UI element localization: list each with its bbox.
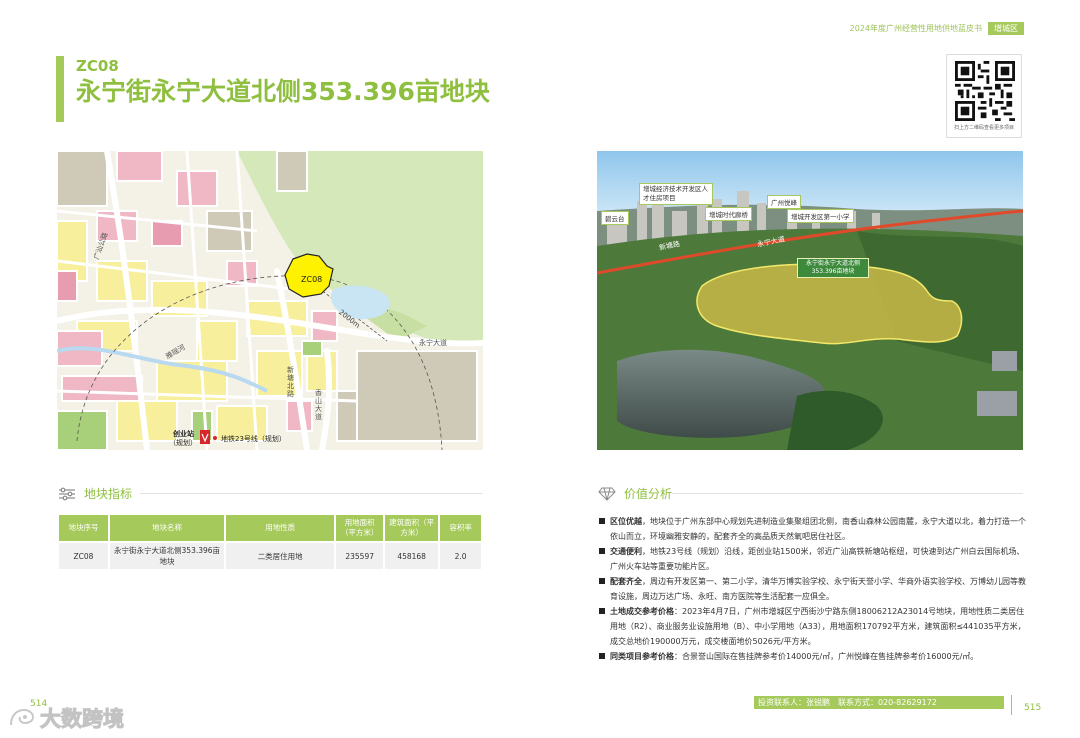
table-row: ZC08 永宁街永宁大道北侧353.396亩地块 二类居住用地 235597 4… bbox=[59, 543, 481, 569]
map-metro-label: 地铁23号线（规划） bbox=[221, 435, 286, 443]
title-accent-bar bbox=[56, 56, 64, 122]
analysis-label: 区位优越 bbox=[610, 517, 642, 526]
analysis-label: 同类项目参考价格 bbox=[610, 652, 674, 661]
cell-floor-area: 458168 bbox=[385, 543, 439, 569]
watermark-logo-icon bbox=[10, 708, 35, 726]
photo-plot-label-text: 永宁街永宁大道北侧 353.396亩地块 bbox=[805, 260, 860, 275]
map-road-xiangshan: 香山大道 bbox=[315, 389, 322, 421]
list-item: 土地成交参考价格：2023年4月7日，广州市增城区宁西街沙宁路东侧1800621… bbox=[598, 604, 1028, 649]
report-title: 2024年度广州经营性用地供地蓝皮书 bbox=[849, 24, 982, 33]
plot-code: ZC08 bbox=[76, 57, 119, 75]
photo-tag-school: 增城开发区第一小学 bbox=[787, 209, 854, 223]
footer-divider bbox=[1011, 695, 1012, 715]
aerial-photo: 增城经济技术开发区人才住房项目 广州悦峰 增城时代廊桥 增城开发区第一小学 碧云… bbox=[597, 151, 1023, 450]
photo-tag-biyuntai: 碧云台 bbox=[601, 211, 629, 225]
map-plot-label: ZC08 bbox=[301, 275, 323, 284]
page-title: 永宁街永宁大道北侧353.396亩地块 bbox=[76, 77, 490, 106]
cell-use: 二类居住用地 bbox=[226, 543, 335, 569]
photo-tag-biyuntai-text: 碧云台 bbox=[605, 215, 625, 223]
cell-land-area: 235597 bbox=[336, 543, 384, 569]
map-graphic bbox=[57, 151, 483, 450]
watermark: 大数跨境 bbox=[8, 703, 125, 733]
top-header: 2024年度广州经营性用地供地蓝皮书 增城区 bbox=[850, 22, 1024, 35]
analysis-text: ：合景誉山国际在售挂牌参考价14000元/㎡，广州悦峰在售挂牌参考价16000元… bbox=[674, 652, 979, 661]
analysis-text: ，地块位于广州东部中心规划先进制造业集聚组团北侧，南香山森林公园南麓，永宁大道以… bbox=[610, 517, 1026, 541]
col-far: 容积率 bbox=[440, 515, 481, 541]
indicators-heading-text: 地块指标 bbox=[84, 487, 133, 501]
indicators-divider bbox=[140, 493, 483, 494]
diamond-icon bbox=[598, 487, 616, 501]
photo-tag-shidai: 增城时代廊桥 bbox=[705, 207, 752, 221]
analysis-text: ，地铁23号线（规划）沿线，距创业站1500米，邻近广汕高铁新塘站枢纽，可快速到… bbox=[610, 547, 1025, 571]
map-station-note: （规划） bbox=[169, 439, 197, 447]
watermark-text: 大数跨境 bbox=[40, 707, 125, 732]
col-floor-area: 建筑面积（平方米） bbox=[385, 515, 439, 541]
analysis-divider bbox=[672, 493, 1023, 494]
photo-tag-talent-housing: 增城经济技术开发区人才住房项目 bbox=[639, 183, 713, 205]
district-badge: 增城区 bbox=[988, 22, 1024, 35]
cell-far: 2.0 bbox=[440, 543, 481, 569]
analysis-heading: 价值分析 bbox=[598, 485, 672, 502]
map-road-xintang: 新塘北路 bbox=[287, 366, 294, 398]
indicators-heading: 地块指标 bbox=[58, 485, 132, 502]
list-item: 同类项目参考价格：合景誉山国际在售挂牌参考价14000元/㎡，广州悦峰在售挂牌参… bbox=[598, 649, 1028, 664]
photo-tag-shidai-text: 增城时代廊桥 bbox=[709, 211, 748, 219]
indicators-table: 地块序号 地块名称 用地性质 用地面积（平方米） 建筑面积（平方米） 容积率 Z… bbox=[57, 513, 483, 571]
list-item: 交通便利，地铁23号线（规划）沿线，距创业站1500米，邻近广汕高铁新塘站枢纽，… bbox=[598, 544, 1028, 574]
list-item: 配套齐全，周边有开发区第一、第二小学，清华万博实验学校、永宁街天誉小学、华商外语… bbox=[598, 574, 1028, 604]
location-map: ZC08 2000m 永宁大道 新塘北路 香山大道 广汕公路 雅瑶河 创业站 （… bbox=[57, 151, 483, 450]
qr-caption: 扫上方二维码查看更多项目 bbox=[953, 125, 1014, 131]
list-item: 区位优越，地块位于广州东部中心规划先进制造业集聚组团北侧，南香山森林公园南麓，永… bbox=[598, 514, 1028, 544]
map-road-yongning: 永宁大道 bbox=[419, 339, 447, 347]
col-name: 地块名称 bbox=[109, 515, 225, 541]
analysis-label: 交通便利 bbox=[610, 547, 642, 556]
photo-tag-school-text: 增城开发区第一小学 bbox=[791, 213, 850, 221]
sliders-icon bbox=[59, 487, 75, 500]
qr-code-icon bbox=[955, 61, 1015, 121]
photo-tag-yuefeng: 广州悦峰 bbox=[767, 195, 801, 209]
col-land-area: 用地面积（平方米） bbox=[336, 515, 384, 541]
analysis-text: ，周边有开发区第一、第二小学，清华万博实验学校、永宁街天誉小学、华商外语实验学校… bbox=[610, 577, 1026, 601]
analysis-label: 土地成交参考价格 bbox=[610, 607, 674, 616]
analysis-list: 区位优越，地块位于广州东部中心规划先进制造业集聚组团北侧，南香山森林公园南麓，永… bbox=[598, 514, 1028, 664]
table-header-row: 地块序号 地块名称 用地性质 用地面积（平方米） 建筑面积（平方米） 容积率 bbox=[59, 515, 481, 541]
col-id: 地块序号 bbox=[59, 515, 108, 541]
analysis-heading-text: 价值分析 bbox=[624, 487, 673, 501]
contact-bar: 投资联系人：张锐鹏 联系方式：020-82629172 bbox=[754, 696, 1004, 709]
qr-code-box[interactable]: 扫上方二维码查看更多项目 bbox=[946, 54, 1022, 138]
col-use: 用地性质 bbox=[226, 515, 335, 541]
photo-tag-talent-housing-text: 增城经济技术开发区人才住房项目 bbox=[643, 185, 708, 202]
analysis-label: 配套齐全 bbox=[610, 577, 642, 586]
photo-tag-yuefeng-text: 广州悦峰 bbox=[771, 199, 797, 207]
cell-id: ZC08 bbox=[59, 543, 108, 569]
page-number-right: 515 bbox=[1024, 703, 1042, 713]
photo-plot-label: 永宁街永宁大道北侧 353.396亩地块 bbox=[797, 258, 869, 278]
cell-name: 永宁街永宁大道北侧353.396亩地块 bbox=[109, 543, 225, 569]
